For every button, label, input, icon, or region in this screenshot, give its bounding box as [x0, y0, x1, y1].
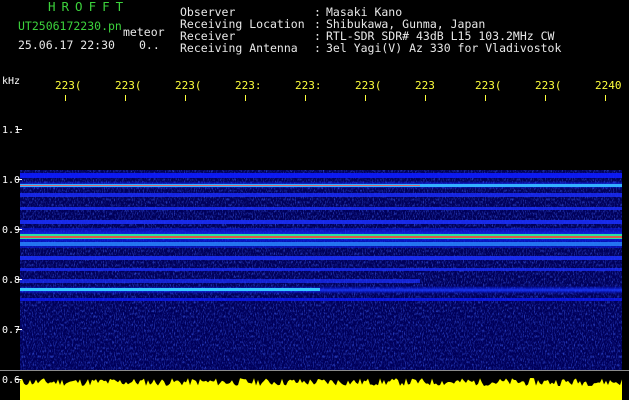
x-tick-mark — [245, 95, 246, 101]
y-tick-mark — [16, 229, 22, 230]
spectrogram: kHz 223(223(223(223: 223: 223(223 223(223(2… — [0, 76, 629, 400]
x-tick-label: 223: — [235, 79, 262, 92]
axis-unit: kHz — [2, 76, 20, 87]
x-tick-mark — [425, 95, 426, 101]
x-tick-mark — [545, 95, 546, 101]
y-tick-mark — [16, 329, 22, 330]
app-title: HROFFT — [48, 0, 130, 14]
x-tick-mark — [485, 95, 486, 101]
y-tick-label: 1.0 — [2, 175, 20, 186]
date-time: 25.06.17 22:30 — [18, 38, 115, 52]
y-tick-label: 0.8 — [2, 275, 20, 286]
x-tick-mark — [605, 95, 606, 101]
x-tick-label: 2240 — [595, 79, 622, 92]
x-tick-label: 223( — [175, 79, 202, 92]
x-tick-label: 223( — [535, 79, 562, 92]
activity-strip — [20, 378, 622, 400]
y-tick-label: 0.7 — [2, 325, 20, 336]
x-tick-mark — [185, 95, 186, 101]
x-tick-label: 223( — [475, 79, 502, 92]
x-tick-mark — [65, 95, 66, 101]
x-tick-label: 223( — [115, 79, 142, 92]
file-name: UT2506172230.pn — [18, 19, 122, 33]
x-tick-mark — [125, 95, 126, 101]
y-tick-label: 0.9 — [2, 225, 20, 236]
separator: : — [314, 41, 321, 55]
y-tick-mark — [16, 279, 22, 280]
x-tick-label: 223( — [355, 79, 382, 92]
bottom-baseline — [0, 370, 629, 371]
mode-label: meteor — [123, 25, 165, 39]
status-value: 0.. — [139, 38, 160, 52]
y-tick-mark — [16, 179, 22, 180]
x-tick-mark — [305, 95, 306, 101]
y-tick-mark — [16, 129, 22, 130]
y-tick-label: 0.6 — [2, 375, 20, 386]
y-tick-label: 1.1 — [2, 125, 20, 136]
x-tick-label: 223: — [295, 79, 322, 92]
x-tick-label: 223( — [55, 79, 82, 92]
header-panel: HROFFT UT2506172230.pn meteor 25.06.17 2… — [0, 0, 629, 70]
antenna-value: 3el Yagi(V) Az 330 for Vladivostok — [326, 41, 562, 55]
x-axis: 223( 223( 223( 223: 223: 223( 223 223( 223( 2240 — [55, 79, 622, 101]
y-axis: 1.1 1.0 0.9 0.8 0.7 0.6 — [2, 125, 22, 386]
antenna-label: Receiving Antenna — [180, 41, 298, 55]
x-tick-mark — [365, 95, 366, 101]
x-tick-label: 223 — [415, 79, 435, 92]
